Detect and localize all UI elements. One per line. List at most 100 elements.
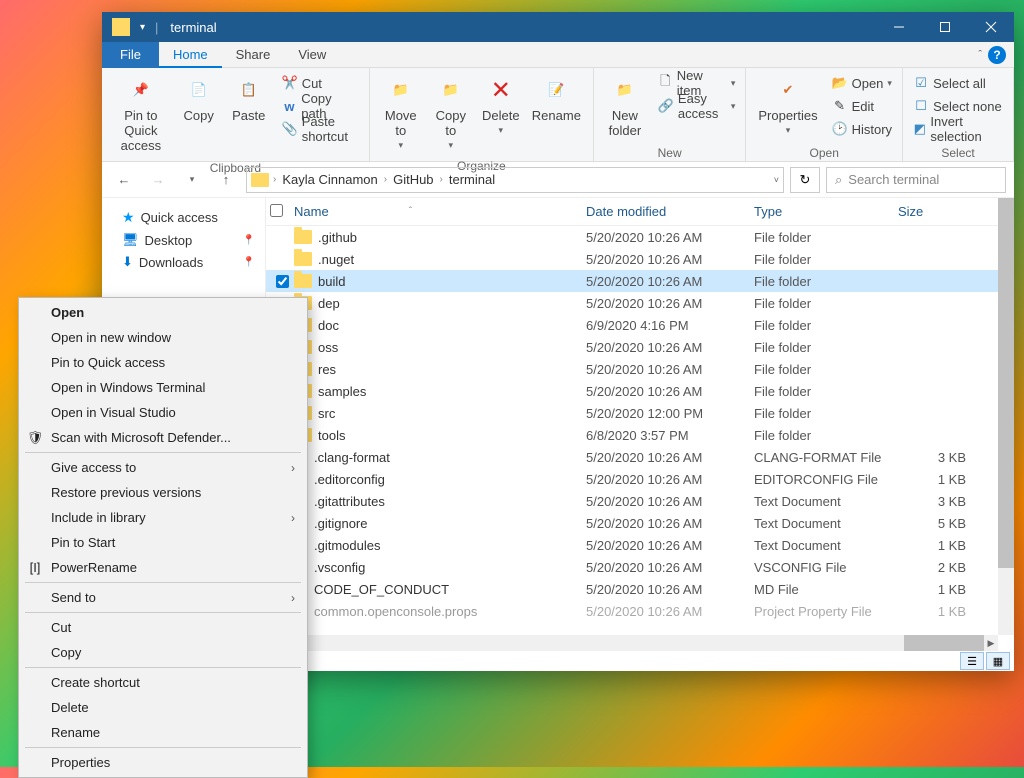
invert-selection-button[interactable]: ◩Invert selection xyxy=(909,118,1007,140)
context-defender-scan[interactable]: 🛡Scan with Microsoft Defender... xyxy=(21,425,305,450)
table-row[interactable]: .gitattributes5/20/2020 10:26 AMText Doc… xyxy=(266,490,1014,512)
table-row[interactable]: src5/20/2020 12:00 PMFile folder xyxy=(266,402,1014,424)
chevron-right-icon[interactable]: › xyxy=(384,174,387,185)
easy-access-button[interactable]: 🔗Easy access ▾ xyxy=(654,95,739,117)
scroll-right-arrow[interactable]: ▶ xyxy=(984,635,998,651)
new-folder-button[interactable]: 📁New folder xyxy=(600,72,650,140)
vertical-scrollbar[interactable] xyxy=(998,198,1014,635)
share-tab[interactable]: Share xyxy=(222,42,285,68)
context-properties[interactable]: Properties xyxy=(21,750,305,775)
column-size[interactable]: Size xyxy=(898,204,974,219)
context-copy[interactable]: Copy xyxy=(21,640,305,665)
file-name: src xyxy=(318,406,335,421)
file-date: 5/20/2020 10:26 AM xyxy=(586,296,754,311)
folder-icon xyxy=(251,173,269,187)
sidebar-item-downloads[interactable]: ⬇Downloads📍 xyxy=(102,251,265,273)
file-type: File folder xyxy=(754,384,898,399)
history-button[interactable]: 🕑History xyxy=(828,118,896,140)
context-open-new-window[interactable]: Open in new window xyxy=(21,325,305,350)
table-row[interactable]: .editorconfig5/20/2020 10:26 AMEDITORCON… xyxy=(266,468,1014,490)
titlebar[interactable]: ▾ | terminal xyxy=(102,12,1014,42)
file-name: samples xyxy=(318,384,366,399)
table-row[interactable]: samples5/20/2020 10:26 AMFile folder xyxy=(266,380,1014,402)
column-date[interactable]: Date modified xyxy=(586,204,754,219)
select-all-checkbox[interactable] xyxy=(270,204,283,217)
context-create-shortcut[interactable]: Create shortcut xyxy=(21,670,305,695)
context-include-library[interactable]: Include in library› xyxy=(21,505,305,530)
paste-button[interactable]: 📋Paste xyxy=(224,72,274,125)
context-delete[interactable]: Delete xyxy=(21,695,305,720)
table-row[interactable]: common.openconsole.props5/20/2020 10:26 … xyxy=(266,600,1014,622)
view-icons-button[interactable]: ▦ xyxy=(986,652,1010,670)
file-pane: Nameˆ Date modified Type Size .github5/2… xyxy=(266,198,1014,671)
pin-quick-access-button[interactable]: 📌Pin to Quick access xyxy=(108,72,174,155)
context-cut[interactable]: Cut xyxy=(21,615,305,640)
file-size: 3 KB xyxy=(898,450,974,465)
delete-button[interactable]: ✕Delete▾ xyxy=(476,72,526,138)
view-details-button[interactable]: ☰ xyxy=(960,652,984,670)
move-to-button[interactable]: 📁Move to▾ xyxy=(376,72,426,153)
column-type[interactable]: Type xyxy=(754,204,898,219)
maximize-button[interactable] xyxy=(922,12,968,42)
help-icon[interactable]: ? xyxy=(988,46,1006,64)
recent-dropdown[interactable]: ▾ xyxy=(178,166,206,194)
file-tab[interactable]: File xyxy=(102,42,159,68)
refresh-button[interactable]: ↻ xyxy=(790,167,820,193)
table-row[interactable]: CODE_OF_CONDUCT5/20/2020 10:26 AMMD File… xyxy=(266,578,1014,600)
select-all-button[interactable]: ☑Select all xyxy=(909,72,1007,94)
edit-button[interactable]: ✎Edit xyxy=(828,95,896,117)
table-row[interactable]: doc6/9/2020 4:16 PMFile folder xyxy=(266,314,1014,336)
breadcrumb-item[interactable]: terminal xyxy=(445,172,499,187)
table-row[interactable]: .gitignore5/20/2020 10:26 AMText Documen… xyxy=(266,512,1014,534)
sidebar-item-quick-access[interactable]: ★Quick access xyxy=(102,206,265,229)
scrollbar-thumb[interactable] xyxy=(998,198,1014,568)
forward-button[interactable]: → xyxy=(144,166,172,194)
rename-button[interactable]: 📝Rename xyxy=(526,72,587,125)
copy-to-button[interactable]: 📁Copy to▾ xyxy=(426,72,476,153)
context-pin-start[interactable]: Pin to Start xyxy=(21,530,305,555)
table-row[interactable]: .nuget5/20/2020 10:26 AMFile folder xyxy=(266,248,1014,270)
scrollbar-thumb[interactable] xyxy=(904,635,984,651)
column-name[interactable]: Name xyxy=(294,204,329,219)
breadcrumb[interactable]: › Kayla Cinnamon › GitHub › terminal ˅ xyxy=(246,167,784,193)
table-row[interactable]: tools6/8/2020 3:57 PMFile folder xyxy=(266,424,1014,446)
table-row[interactable]: .clang-format5/20/2020 10:26 AMCLANG-FOR… xyxy=(266,446,1014,468)
close-button[interactable] xyxy=(968,12,1014,42)
up-button[interactable]: ↑ xyxy=(212,166,240,194)
context-pin-quick[interactable]: Pin to Quick access xyxy=(21,350,305,375)
context-rename[interactable]: Rename xyxy=(21,720,305,745)
row-checkbox[interactable] xyxy=(276,275,289,288)
context-open[interactable]: Open xyxy=(21,300,305,325)
context-windows-terminal[interactable]: Open in Windows Terminal xyxy=(21,375,305,400)
table-row[interactable]: .gitmodules5/20/2020 10:26 AMText Docume… xyxy=(266,534,1014,556)
context-restore-versions[interactable]: Restore previous versions xyxy=(21,480,305,505)
sidebar-item-desktop[interactable]: 🖥Desktop📍 xyxy=(102,229,265,251)
back-button[interactable]: ← xyxy=(110,166,138,194)
context-send-to[interactable]: Send to› xyxy=(21,585,305,610)
table-row[interactable]: .vsconfig5/20/2020 10:26 AMVSCONFIG File… xyxy=(266,556,1014,578)
breadcrumb-item[interactable]: GitHub xyxy=(389,172,437,187)
properties-button[interactable]: ✔Properties▾ xyxy=(752,72,823,138)
qat-dropdown-icon[interactable]: ▾ xyxy=(136,22,149,33)
context-visual-studio[interactable]: Open in Visual Studio xyxy=(21,400,305,425)
minimize-button[interactable] xyxy=(876,12,922,42)
paste-shortcut-button[interactable]: 📎Paste shortcut xyxy=(278,118,363,140)
open-button[interactable]: 📂Open ▾ xyxy=(828,72,896,94)
table-row[interactable]: build5/20/2020 10:26 AMFile folder xyxy=(266,270,1014,292)
breadcrumb-item[interactable]: Kayla Cinnamon xyxy=(278,172,381,187)
table-row[interactable]: .github5/20/2020 10:26 AMFile folder xyxy=(266,226,1014,248)
table-row[interactable]: oss5/20/2020 10:26 AMFile folder xyxy=(266,336,1014,358)
collapse-ribbon-icon[interactable]: ˆ xyxy=(978,49,982,61)
context-powerrename[interactable]: [I]PowerRename xyxy=(21,555,305,580)
table-row[interactable]: res5/20/2020 10:26 AMFile folder xyxy=(266,358,1014,380)
copy-button[interactable]: 📄Copy xyxy=(174,72,224,125)
context-give-access[interactable]: Give access to› xyxy=(21,455,305,480)
chevron-right-icon[interactable]: › xyxy=(273,174,276,185)
horizontal-scrollbar[interactable]: ▶ xyxy=(266,635,998,651)
view-tab[interactable]: View xyxy=(284,42,340,68)
home-tab[interactable]: Home xyxy=(159,42,222,68)
breadcrumb-dropdown[interactable]: ˅ xyxy=(774,175,779,185)
search-input[interactable]: ⌕ Search terminal xyxy=(826,167,1006,193)
table-row[interactable]: dep5/20/2020 10:26 AMFile folder xyxy=(266,292,1014,314)
chevron-right-icon[interactable]: › xyxy=(440,174,443,185)
